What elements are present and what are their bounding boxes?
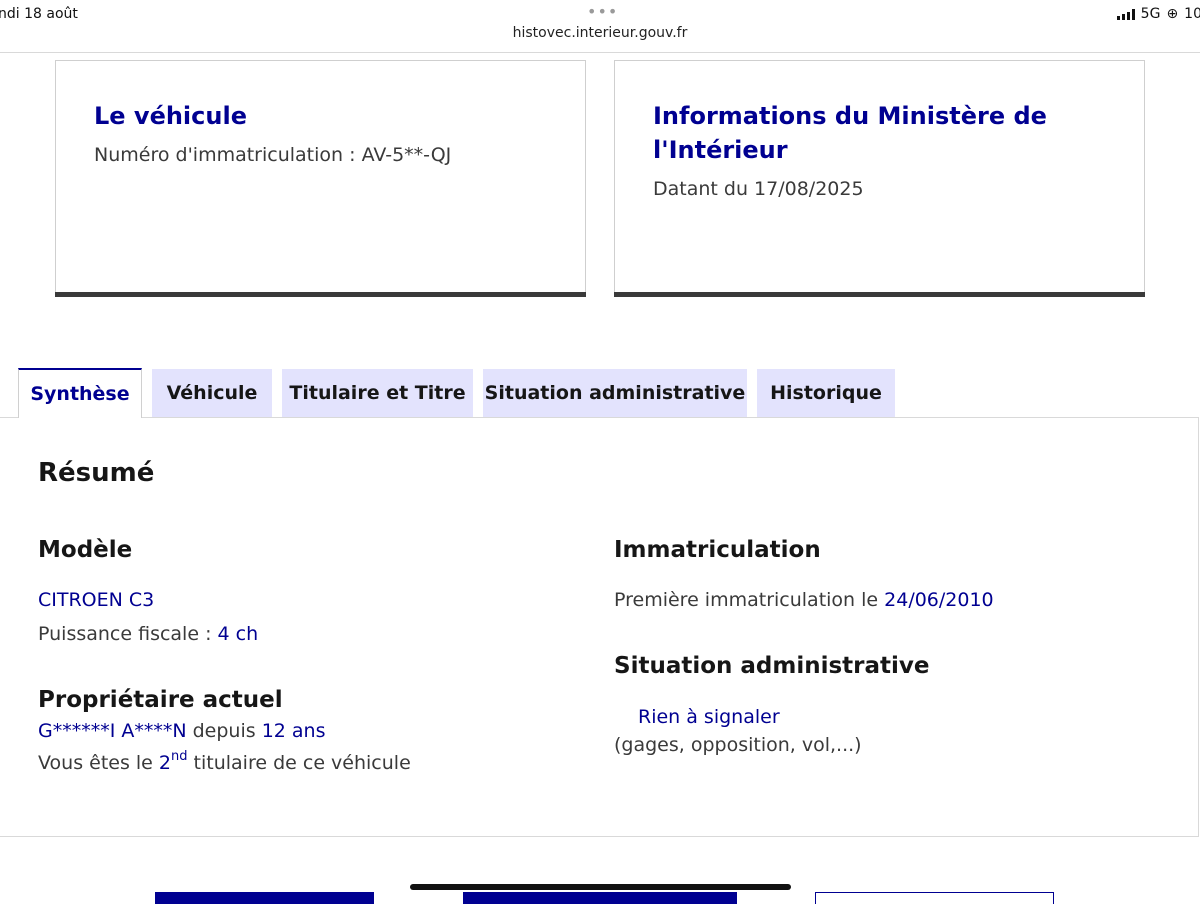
network-label: 5G	[1140, 6, 1161, 22]
battery-percent: 10	[1184, 6, 1200, 22]
address-bar-url[interactable]: histovec.interieur.gouv.fr	[0, 25, 1200, 41]
plate-label: Numéro d'immatriculation :	[94, 144, 362, 166]
home-indicator[interactable]	[410, 884, 791, 890]
tab-synthese[interactable]: Synthèse	[18, 368, 142, 418]
owner-line: G******I A****N depuis 12 ans	[38, 720, 326, 742]
bottom-action-button-1[interactable]	[155, 892, 374, 904]
tab-vehicule[interactable]: Véhicule	[152, 369, 272, 417]
data-date-line: Datant du 17/08/2025	[653, 178, 864, 200]
first-registration-label: Première immatriculation le	[614, 589, 885, 611]
bottom-action-button-3[interactable]	[815, 892, 1054, 904]
admin-status-details: (gages, opposition, vol,...)	[614, 734, 862, 756]
tab-historique[interactable]: Historique	[757, 369, 895, 417]
summary-heading: Résumé	[38, 458, 155, 488]
status-indicators: 5G ⊕ 10	[1116, 6, 1200, 22]
owner-rank-sup: nd	[171, 749, 188, 764]
bottom-action-button-2[interactable]	[463, 892, 737, 904]
owner-rank-value: 2	[158, 752, 171, 774]
fiscal-power-value: 4 ch	[217, 623, 259, 645]
data-date-label: Datant du	[653, 178, 755, 200]
browser-status-bar: ndi 18 août ••• histovec.interieur.gouv.…	[0, 0, 1200, 53]
tab-situation-administrative[interactable]: Situation administrative	[483, 369, 747, 417]
first-registration-line: Première immatriculation le 24/06/2010	[614, 589, 994, 611]
ministry-card-title: Informations du Ministère de l'Intérieur	[653, 102, 1047, 164]
orientation-lock-icon: ⊕	[1166, 6, 1179, 22]
owner-since-label: depuis	[186, 720, 262, 742]
plate-value: AV-5**-QJ	[361, 144, 452, 166]
more-dots-icon[interactable]: •••	[587, 2, 618, 21]
tab-titulaire-et-titre[interactable]: Titulaire et Titre	[282, 369, 473, 417]
vehicle-card-title: Le véhicule	[94, 102, 247, 130]
admin-status-value: Rien à signaler	[638, 706, 780, 728]
owner-rank-prefix: Vous êtes le	[38, 752, 159, 774]
owner-heading: Propriétaire actuel	[38, 687, 283, 713]
owner-since-value: 12 ans	[261, 720, 326, 742]
fiscal-power-line: Puissance fiscale : 4 ch	[38, 623, 258, 645]
plate-line: Numéro d'immatriculation : AV-5**-QJ	[94, 144, 451, 166]
owner-name: G******I A****N	[38, 720, 187, 742]
owner-rank-suffix: titulaire de ce véhicule	[187, 752, 411, 774]
data-date-value: 17/08/2025	[754, 178, 864, 200]
ministry-card: Informations du Ministère de l'Intérieur…	[614, 60, 1145, 297]
status-date: ndi 18 août	[0, 6, 78, 22]
fiscal-power-label: Puissance fiscale :	[38, 623, 218, 645]
model-name: CITROEN C3	[38, 589, 155, 611]
vehicle-card: Le véhicule Numéro d'immatriculation : A…	[55, 60, 586, 297]
owner-rank-line: Vous êtes le 2nd titulaire de ce véhicul…	[38, 749, 411, 774]
admin-status-heading: Situation administrative	[614, 653, 930, 679]
first-registration-date: 24/06/2010	[884, 589, 994, 611]
registration-heading: Immatriculation	[614, 537, 821, 563]
signal-icon	[1116, 8, 1135, 20]
model-heading: Modèle	[38, 537, 133, 563]
